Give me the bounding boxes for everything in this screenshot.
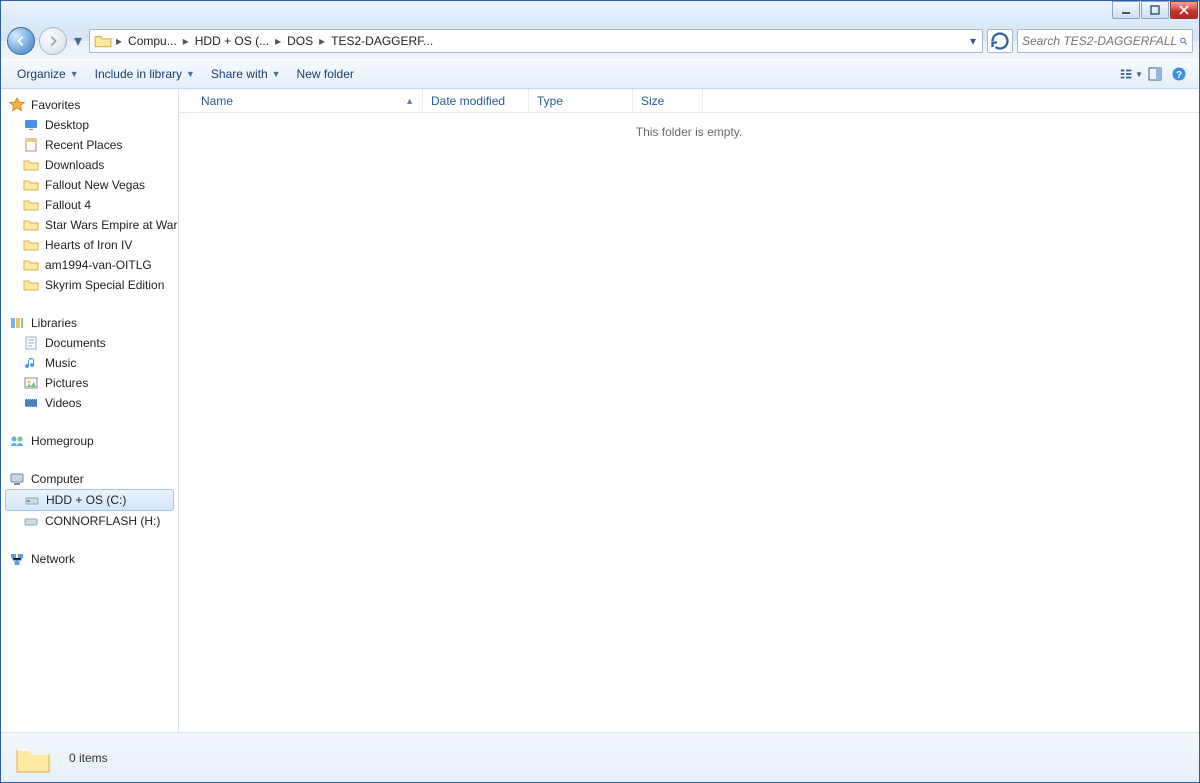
chevron-right-icon: ▸ bbox=[273, 34, 283, 48]
folder-icon bbox=[23, 277, 39, 293]
sidebar-item-drive-h[interactable]: CONNORFLASH (H:) bbox=[1, 511, 178, 531]
share-with-button[interactable]: Share with▼ bbox=[203, 63, 289, 85]
navigation-pane[interactable]: Favorites Desktop Recent Places Download… bbox=[1, 89, 179, 732]
favorites-group: Favorites Desktop Recent Places Download… bbox=[1, 95, 178, 295]
folder-icon bbox=[94, 32, 112, 50]
help-button[interactable]: ? bbox=[1167, 62, 1191, 86]
star-icon bbox=[9, 97, 25, 113]
empty-folder-message: This folder is empty. bbox=[179, 113, 1199, 732]
favorites-header[interactable]: Favorites bbox=[1, 95, 178, 115]
body: Favorites Desktop Recent Places Download… bbox=[1, 89, 1199, 732]
libraries-icon bbox=[9, 315, 25, 331]
sidebar-item[interactable]: Star Wars Empire at War bbox=[1, 215, 178, 235]
music-icon bbox=[23, 355, 39, 371]
close-button[interactable] bbox=[1170, 1, 1198, 19]
status-item-count: 0 items bbox=[69, 751, 108, 765]
sidebar-item[interactable]: Skyrim Special Edition bbox=[1, 275, 178, 295]
nav-row: ▾ ▸ Compu... ▸ HDD + OS (... ▸ DOS ▸ TES… bbox=[1, 23, 1199, 59]
title-bar bbox=[1, 1, 1199, 23]
search-box[interactable] bbox=[1017, 29, 1193, 53]
address-dropdown[interactable]: ▾ bbox=[966, 34, 980, 48]
folder-icon bbox=[13, 738, 53, 778]
column-headers: Name▲ Date modified Type Size bbox=[179, 89, 1199, 113]
breadcrumb-seg[interactable]: TES2-DAGGERF... bbox=[327, 30, 437, 52]
organize-button[interactable]: Organize▼ bbox=[9, 63, 87, 85]
desktop-icon bbox=[23, 117, 39, 133]
column-type[interactable]: Type bbox=[529, 89, 633, 112]
folder-icon bbox=[23, 197, 39, 213]
new-folder-button[interactable]: New folder bbox=[289, 63, 362, 85]
toolbar: Organize▼ Include in library▼ Share with… bbox=[1, 59, 1199, 89]
include-in-library-button[interactable]: Include in library▼ bbox=[87, 63, 203, 85]
file-list-pane: Name▲ Date modified Type Size This folde… bbox=[179, 89, 1199, 732]
folder-icon bbox=[23, 237, 39, 253]
sidebar-item-desktop[interactable]: Desktop bbox=[1, 115, 178, 135]
libraries-header[interactable]: Libraries bbox=[1, 313, 178, 333]
svg-text:?: ? bbox=[1176, 70, 1182, 81]
homegroup-icon bbox=[9, 433, 25, 449]
network-group: Network bbox=[1, 549, 178, 569]
chevron-right-icon: ▸ bbox=[317, 34, 327, 48]
breadcrumb-seg[interactable]: Compu... bbox=[124, 30, 181, 52]
sort-asc-icon: ▲ bbox=[405, 96, 414, 106]
preview-pane-button[interactable] bbox=[1143, 62, 1167, 86]
drive-icon bbox=[24, 492, 40, 508]
computer-header[interactable]: Computer bbox=[1, 469, 178, 489]
explorer-window: ▾ ▸ Compu... ▸ HDD + OS (... ▸ DOS ▸ TES… bbox=[0, 0, 1200, 783]
search-input[interactable] bbox=[1022, 34, 1179, 48]
sidebar-item[interactable]: Hearts of Iron IV bbox=[1, 235, 178, 255]
favorites-label: Favorites bbox=[31, 98, 80, 112]
recent-icon bbox=[23, 137, 39, 153]
column-size[interactable]: Size bbox=[633, 89, 703, 112]
sidebar-item-pictures[interactable]: Pictures bbox=[1, 373, 178, 393]
column-name[interactable]: Name▲ bbox=[193, 89, 423, 112]
homegroup-group: Homegroup bbox=[1, 431, 178, 451]
search-icon bbox=[1179, 34, 1188, 48]
minimize-button[interactable] bbox=[1112, 1, 1140, 19]
chevron-right-icon: ▸ bbox=[181, 34, 191, 48]
sidebar-item[interactable]: Fallout New Vegas bbox=[1, 175, 178, 195]
homegroup-header[interactable]: Homegroup bbox=[1, 431, 178, 451]
breadcrumb-seg[interactable]: DOS bbox=[283, 30, 317, 52]
forward-button[interactable] bbox=[39, 27, 67, 55]
sidebar-item-downloads[interactable]: Downloads bbox=[1, 155, 178, 175]
view-options-button[interactable]: ▼ bbox=[1119, 62, 1143, 86]
nav-history-dropdown[interactable]: ▾ bbox=[71, 27, 85, 55]
refresh-button[interactable] bbox=[987, 29, 1013, 53]
sidebar-item-recent[interactable]: Recent Places bbox=[1, 135, 178, 155]
sidebar-item-documents[interactable]: Documents bbox=[1, 333, 178, 353]
computer-icon bbox=[9, 471, 25, 487]
chevron-right-icon: ▸ bbox=[114, 34, 124, 48]
pictures-icon bbox=[23, 375, 39, 391]
network-icon bbox=[9, 551, 25, 567]
folder-icon bbox=[23, 177, 39, 193]
document-icon bbox=[23, 335, 39, 351]
sidebar-item-videos[interactable]: Videos bbox=[1, 393, 178, 413]
sidebar-item-drive-c[interactable]: HDD + OS (C:) bbox=[5, 489, 174, 511]
status-bar: 0 items bbox=[1, 732, 1199, 782]
sidebar-item-music[interactable]: Music bbox=[1, 353, 178, 373]
maximize-button[interactable] bbox=[1141, 1, 1169, 19]
network-header[interactable]: Network bbox=[1, 549, 178, 569]
back-button[interactable] bbox=[7, 27, 35, 55]
libraries-group: Libraries Documents Music Pictures Video… bbox=[1, 313, 178, 413]
computer-group: Computer HDD + OS (C:) CONNORFLASH (H:) bbox=[1, 469, 178, 531]
folder-icon bbox=[23, 157, 39, 173]
folder-icon bbox=[23, 257, 39, 273]
address-bar[interactable]: ▸ Compu... ▸ HDD + OS (... ▸ DOS ▸ TES2-… bbox=[89, 29, 983, 53]
column-date[interactable]: Date modified bbox=[423, 89, 529, 112]
sidebar-item[interactable]: am1994-van-OITLG bbox=[1, 255, 178, 275]
videos-icon bbox=[23, 395, 39, 411]
breadcrumb-seg[interactable]: HDD + OS (... bbox=[191, 30, 273, 52]
folder-icon bbox=[23, 217, 39, 233]
sidebar-item[interactable]: Fallout 4 bbox=[1, 195, 178, 215]
drive-icon bbox=[23, 513, 39, 529]
